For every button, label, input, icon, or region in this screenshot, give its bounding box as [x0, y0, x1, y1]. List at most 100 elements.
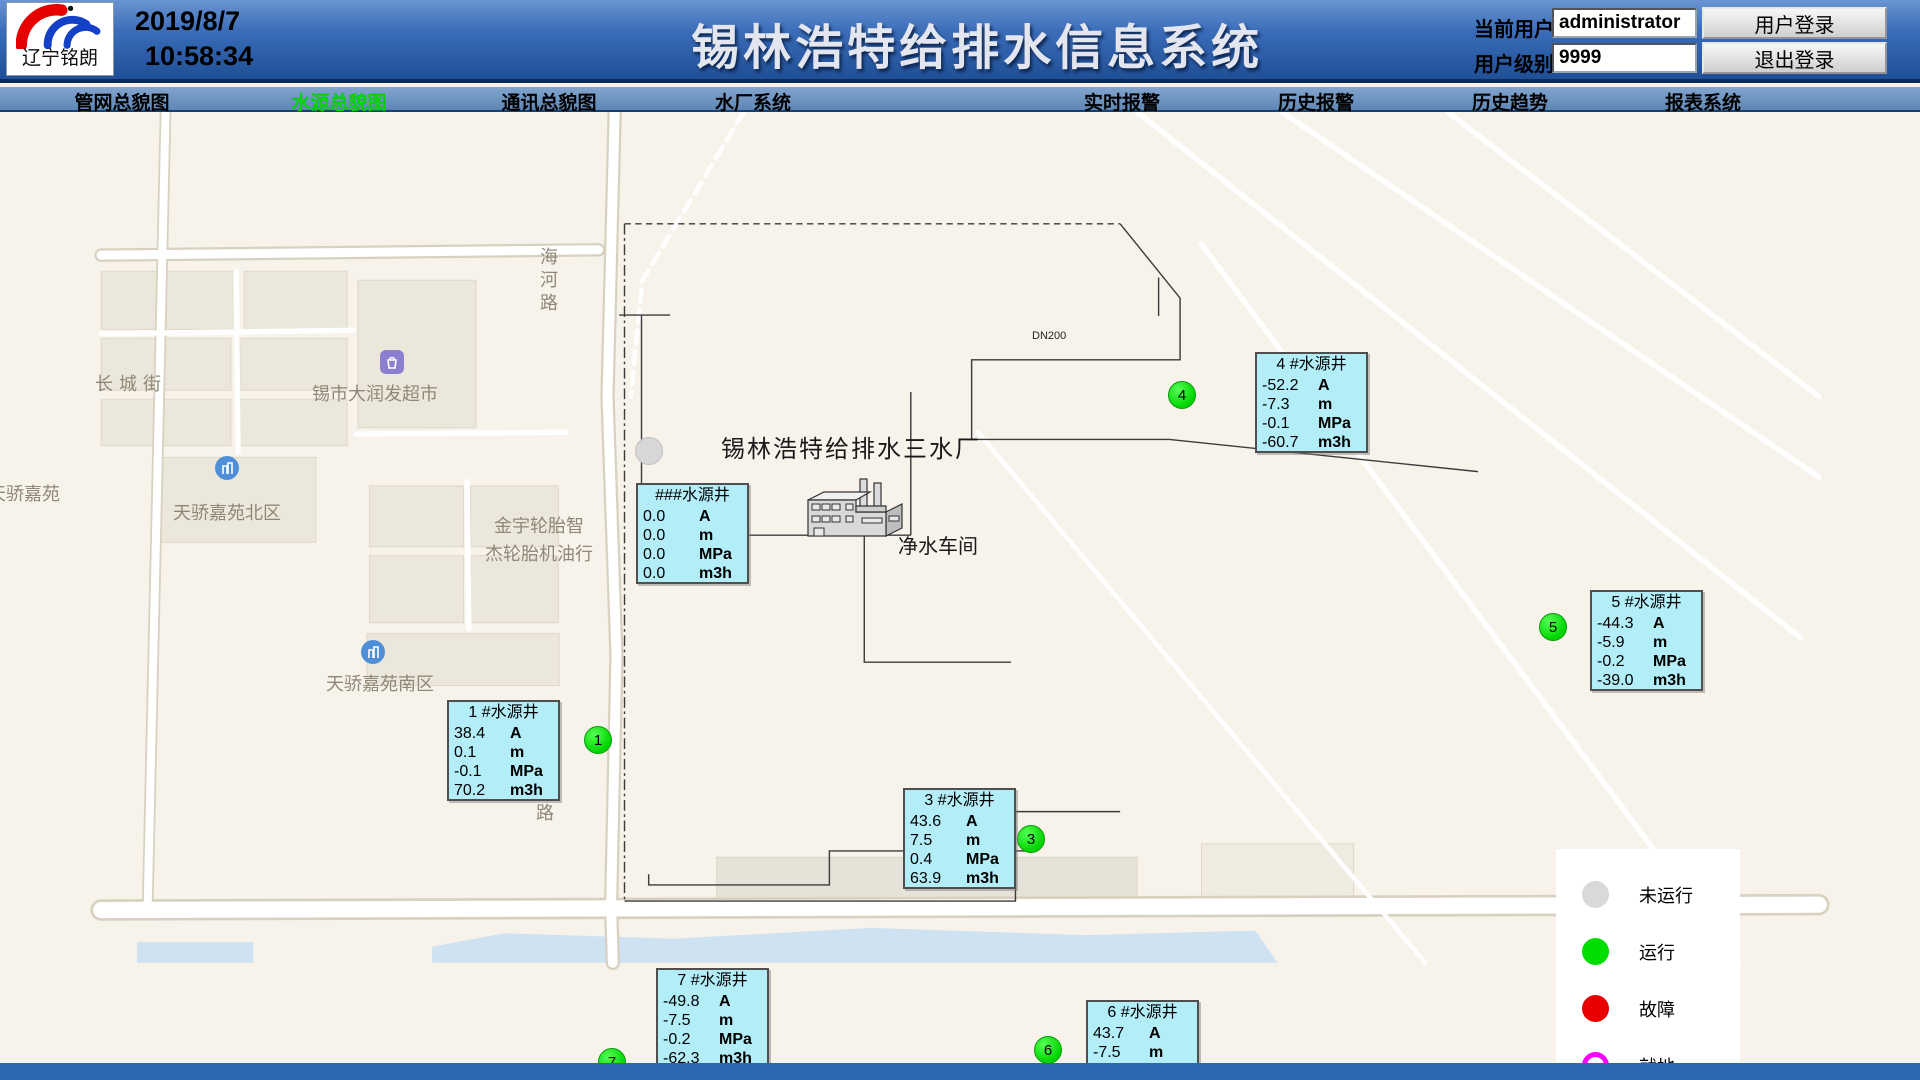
residential-south-icon: [361, 640, 385, 664]
well-data-box-1: 1 #水源井 38.4A 0.1m -0.1MPa 70.2m3h: [447, 700, 560, 801]
well-unit: m: [510, 743, 524, 762]
well-value: -7.5: [663, 1011, 719, 1030]
well-value: -52.2: [1262, 376, 1318, 395]
scada-screen: 辽宁铭朗 2019/8/7 10:58:34 锡林浩特给排水信息系统 当前用户 …: [0, 0, 1920, 1080]
well-data-box-7: 7 #水源井 -49.8A -7.5m -0.2MPa -62.3m3h: [656, 968, 769, 1069]
workshop-label: 净水车间: [898, 530, 978, 559]
poi-label-supermarket: 锡市大润发超市: [312, 380, 438, 406]
well-marker-6[interactable]: 6: [1034, 1036, 1062, 1064]
tab-history-alarms[interactable]: 历史报警: [1278, 88, 1354, 115]
well-unit: MPa: [1318, 414, 1351, 433]
current-date: 2019/8/7: [135, 6, 253, 37]
tab-report-system[interactable]: 报表系统: [1665, 88, 1741, 115]
well-unit: A: [1318, 376, 1330, 395]
well-box-title: 4 #水源井: [1257, 354, 1366, 376]
well-data-box-4: 4 #水源井 -52.2A -7.3m -0.1MPa -60.7m3h: [1255, 352, 1368, 453]
supermarket-icon: [380, 350, 404, 374]
status-legend: 未运行 运行 故障 就地: [1556, 849, 1740, 1080]
plant-title: 锡林浩特给排水三水厂: [721, 429, 981, 464]
company-name: 辽宁铭朗: [22, 49, 98, 70]
well-value: 0.1: [454, 743, 510, 762]
well-value: 7.5: [910, 831, 966, 850]
well-unit: m3h: [510, 781, 543, 800]
well-box-title: 6 #水源井: [1088, 1002, 1197, 1024]
well-data-box-3: 3 #水源井 43.6A 7.5m 0.4MPa 63.9m3h: [903, 788, 1016, 889]
well-unit: A: [699, 507, 711, 526]
well-unit: m: [966, 831, 980, 850]
legend-label: 运行: [1639, 939, 1675, 965]
map-area: 海河路 长城街 锡市大润发超市 天骄嘉苑 天骄嘉苑北区 金宇轮胎智 杰轮胎机油行…: [0, 112, 1920, 1063]
user-level-input[interactable]: [1552, 43, 1697, 73]
well-unit: A: [1653, 614, 1665, 633]
well-unit: m3h: [1318, 433, 1351, 452]
well-value: -44.3: [1597, 614, 1653, 633]
well-unit: m: [719, 1011, 733, 1030]
well-value: 0.0: [643, 507, 699, 526]
bottom-bar: [0, 1063, 1920, 1080]
legend-label: 故障: [1639, 996, 1675, 1022]
user-level-label: 用户级别: [1474, 48, 1554, 77]
well-marker-1[interactable]: 1: [584, 726, 612, 754]
tab-water-source-overview[interactable]: 水源总貌图: [291, 88, 386, 115]
street-label-haihe-road-top: 海河路: [535, 247, 561, 316]
well-value: -60.7: [1262, 433, 1318, 452]
well-unit: A: [719, 992, 731, 1011]
header-bar: 辽宁铭朗 2019/8/7 10:58:34 锡林浩特给排水信息系统 当前用户 …: [0, 0, 1920, 83]
logout-button[interactable]: 退出登录: [1702, 42, 1887, 74]
well-unit: m3h: [966, 869, 999, 888]
current-user-input[interactable]: [1552, 8, 1697, 38]
well-box-title: 5 #水源井: [1592, 592, 1701, 614]
well-marker-3[interactable]: 3: [1017, 825, 1045, 853]
poi-label-tianjiao-south: 天骄嘉苑南区: [326, 670, 434, 696]
well-value: -0.1: [1262, 414, 1318, 433]
well-value: 43.6: [910, 812, 966, 831]
poi-label-tire-shop-line2: 杰轮胎机油行: [485, 540, 593, 566]
tab-pipe-network-overview[interactable]: 管网总貌图: [74, 88, 169, 115]
well-value: -39.0: [1597, 671, 1653, 690]
tab-water-plant-system[interactable]: 水厂系统: [715, 88, 791, 115]
well-unit: m3h: [1653, 671, 1686, 690]
tab-realtime-alarms[interactable]: 实时报警: [1084, 88, 1160, 115]
login-button[interactable]: 用户登录: [1702, 7, 1887, 39]
well-marker-idle[interactable]: [635, 437, 663, 465]
well-value: 38.4: [454, 724, 510, 743]
well-value: 0.0: [643, 564, 699, 583]
well-unit: MPa: [719, 1030, 752, 1049]
well-unit: m: [1653, 633, 1667, 652]
well-value: -5.9: [1597, 633, 1653, 652]
well-unit: MPa: [699, 545, 732, 564]
well-value: 0.0: [643, 526, 699, 545]
tab-communications-overview[interactable]: 通讯总貌图: [501, 88, 596, 115]
well-data-box-idle: ###水源井 0.0A 0.0m 0.0MPa 0.0m3h: [636, 483, 749, 584]
well-data-box-5: 5 #水源井 -44.3A -5.9m -0.2MPa -39.0m3h: [1590, 590, 1703, 691]
well-unit: m: [699, 526, 713, 545]
company-logo-icon: [16, 3, 104, 49]
well-value: -0.2: [1597, 652, 1653, 671]
tab-history-trends[interactable]: 历史趋势: [1472, 88, 1548, 115]
well-value: -7.5: [1093, 1043, 1149, 1062]
page-title: 锡林浩特给排水信息系统: [691, 8, 1263, 78]
legend-item-idle: 未运行: [1556, 869, 1740, 920]
legend-label: 未运行: [1639, 882, 1693, 908]
pipe-diameter-label: DN200: [1032, 330, 1066, 342]
idle-status-icon: [1582, 881, 1609, 908]
well-unit: m3h: [699, 564, 732, 583]
residential-north-icon: [215, 456, 239, 480]
current-user-label: 当前用户: [1474, 13, 1554, 42]
well-box-title: ###水源井: [638, 485, 747, 507]
well-marker-4[interactable]: 4: [1168, 381, 1196, 409]
well-unit: MPa: [1653, 652, 1686, 671]
current-time: 10:58:34: [145, 41, 253, 72]
running-status-icon: [1582, 938, 1609, 965]
poi-label-tire-shop-line1: 金宇轮胎智: [494, 512, 584, 538]
well-value: 0.0: [643, 545, 699, 564]
well-box-title: 1 #水源井: [449, 702, 558, 724]
legend-item-running: 运行: [1556, 926, 1740, 977]
well-marker-5[interactable]: 5: [1539, 613, 1567, 641]
fault-status-icon: [1582, 995, 1609, 1022]
well-box-title: 7 #水源井: [658, 970, 767, 992]
company-logo: 辽宁铭朗: [6, 2, 114, 76]
well-unit: A: [966, 812, 978, 831]
well-value: 70.2: [454, 781, 510, 800]
well-box-title: 3 #水源井: [905, 790, 1014, 812]
